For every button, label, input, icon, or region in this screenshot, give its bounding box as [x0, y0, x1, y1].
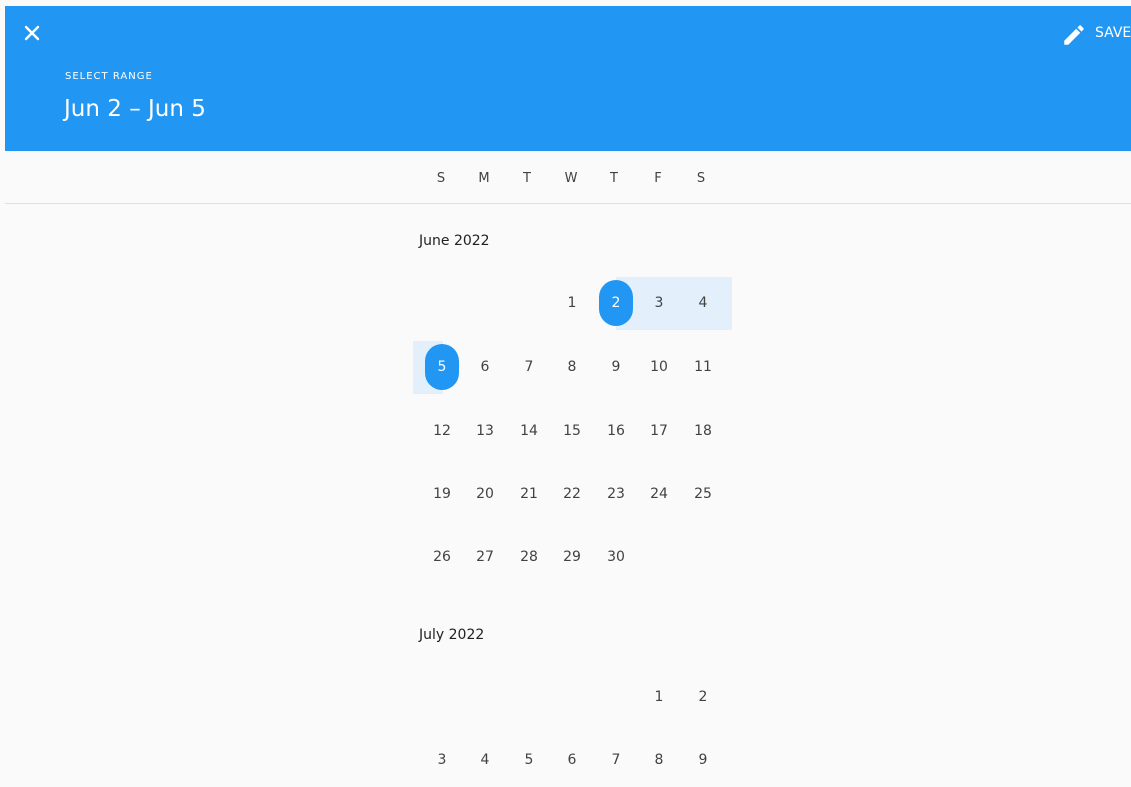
- day-cell[interactable]: 14: [507, 409, 551, 453]
- day-cell[interactable]: 17: [637, 409, 681, 453]
- date-range-picker: SELECT RANGE Jun 2 – Jun 5 SAVE S M T W …: [0, 0, 1131, 787]
- day-cell[interactable]: 24: [637, 472, 681, 516]
- close-icon: [24, 25, 40, 41]
- day-cell[interactable]: 18: [681, 409, 725, 453]
- day-cell[interactable]: 4: [681, 281, 725, 325]
- selected-range-text: Jun 2 – Jun 5: [64, 96, 206, 122]
- picker-header: SELECT RANGE Jun 2 – Jun 5 SAVE: [5, 6, 1131, 151]
- day-cell[interactable]: 13: [463, 409, 507, 453]
- day-cell[interactable]: 5: [507, 738, 551, 782]
- day-cell[interactable]: 2: [681, 675, 725, 719]
- day-cell[interactable]: 19: [420, 472, 464, 516]
- weekday-label: T: [523, 171, 531, 186]
- day-cell[interactable]: 4: [463, 738, 507, 782]
- weekday-label: S: [696, 171, 706, 186]
- day-cell[interactable]: 12: [420, 409, 464, 453]
- day-cell[interactable]: 8: [637, 738, 681, 782]
- range-end-day[interactable]: 5: [420, 344, 464, 390]
- day-cell[interactable]: 25: [681, 472, 725, 516]
- close-button[interactable]: [17, 18, 47, 48]
- range-start-day[interactable]: 2: [594, 280, 638, 326]
- day-cell[interactable]: 8: [550, 345, 594, 389]
- day-cell[interactable]: 26: [420, 535, 464, 579]
- day-cell[interactable]: 10: [637, 345, 681, 389]
- day-cell[interactable]: 29: [550, 535, 594, 579]
- day-cell[interactable]: 1: [550, 281, 594, 325]
- day-cell[interactable]: 11: [681, 345, 725, 389]
- day-cell[interactable]: 16: [594, 409, 638, 453]
- month-title: July 2022: [419, 627, 485, 643]
- day-cell[interactable]: 3: [420, 738, 464, 782]
- pencil-icon: [1064, 25, 1084, 45]
- range-caption: SELECT RANGE: [65, 71, 153, 82]
- day-cell[interactable]: 23: [594, 472, 638, 516]
- weekday-label: F: [654, 171, 662, 186]
- day-cell[interactable]: 15: [550, 409, 594, 453]
- day-cell[interactable]: 28: [507, 535, 551, 579]
- day-cell[interactable]: 30: [594, 535, 638, 579]
- month-title: June 2022: [419, 233, 490, 249]
- day-cell[interactable]: 3: [637, 281, 681, 325]
- weekday-header: S M T W T F S: [5, 151, 1131, 204]
- day-cell[interactable]: 22: [550, 472, 594, 516]
- day-cell[interactable]: 7: [594, 738, 638, 782]
- save-button[interactable]: SAVE: [1095, 25, 1131, 41]
- day-cell[interactable]: 20: [463, 472, 507, 516]
- day-cell[interactable]: 27: [463, 535, 507, 579]
- day-cell[interactable]: 9: [594, 345, 638, 389]
- day-cell[interactable]: 6: [550, 738, 594, 782]
- day-cell[interactable]: 21: [507, 472, 551, 516]
- edit-button[interactable]: [1061, 22, 1087, 48]
- weekday-label: W: [564, 171, 578, 186]
- day-cell[interactable]: 7: [507, 345, 551, 389]
- day-cell[interactable]: 6: [463, 345, 507, 389]
- weekday-label: T: [610, 171, 618, 186]
- weekday-label: S: [436, 171, 446, 186]
- day-cell[interactable]: 9: [681, 738, 725, 782]
- weekday-label: M: [478, 171, 490, 186]
- day-cell[interactable]: 1: [637, 675, 681, 719]
